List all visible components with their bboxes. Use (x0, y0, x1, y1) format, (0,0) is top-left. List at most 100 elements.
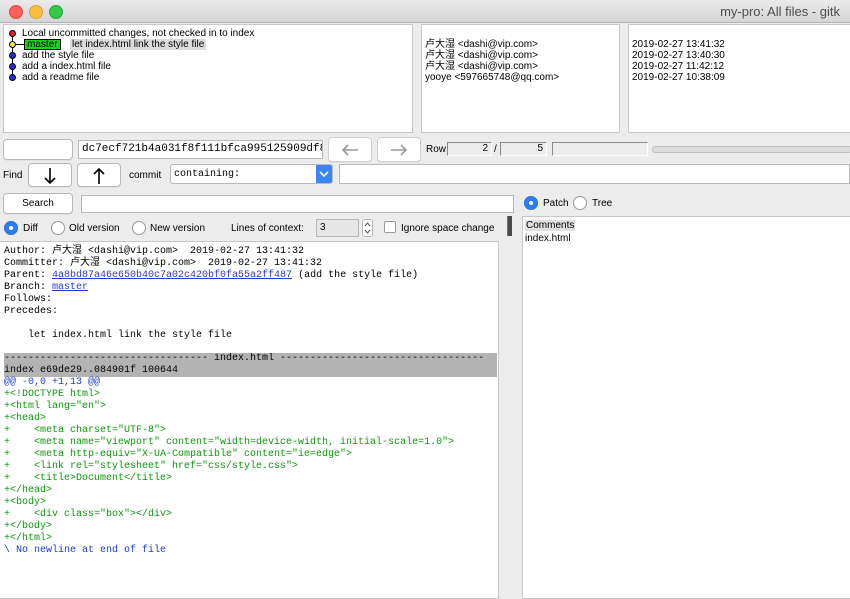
find-up-button[interactable] (77, 163, 121, 187)
old-version-radio[interactable] (51, 221, 65, 235)
details-follows: Follows: (4, 294, 53, 305)
diff-line: +</html> (4, 533, 53, 544)
row-total: 5 (537, 143, 543, 154)
arrow-right-icon (391, 144, 408, 156)
file-list-pane[interactable]: Comments index.html (522, 216, 850, 599)
author-cell: 卢大湿 <dashi@vip.com> (425, 39, 538, 50)
commit-dot-head (9, 41, 16, 48)
commit-row[interactable]: add a index.html file (4, 61, 412, 72)
context-lines-label: Lines of context: (231, 223, 304, 234)
commit-dot-uncommitted (9, 30, 16, 37)
tree-label: Tree (592, 198, 613, 209)
find-input[interactable] (339, 164, 850, 184)
diff-line: + <meta charset="UTF-8"> (4, 425, 167, 436)
diff-radio[interactable] (4, 221, 18, 235)
arrow-up-icon (93, 167, 105, 184)
commit-message-body: let index.html link the style file (4, 330, 233, 341)
arrow-left-icon (341, 144, 358, 156)
diff-line: +<html lang="en"> (4, 401, 107, 412)
details-precedes: Precedes: (4, 306, 59, 317)
commit-message: add the style file (22, 50, 95, 61)
find-mode-value: containing: (174, 169, 241, 180)
branch-link[interactable]: master (52, 282, 88, 293)
details-branch: Branch: master (4, 282, 89, 293)
date-list-pane[interactable]: 2019-02-27 13:41:32 2019-02-27 13:40:30 … (628, 24, 850, 133)
commit-list-pane[interactable]: Local uncommitted changes, not checked i… (3, 24, 413, 133)
progress-bar (652, 146, 850, 153)
date-cell: 2019-02-27 11:42:12 (632, 61, 725, 72)
commit-row[interactable]: add the style file (4, 50, 412, 61)
new-version-label: New version (150, 223, 206, 234)
find-commit-label: commit (129, 170, 162, 181)
branch-tag-master[interactable]: master (24, 39, 61, 50)
file-header: ---------------------------------- index… (4, 353, 497, 365)
row-current-field: 2 (447, 142, 492, 156)
row-label: Row (426, 144, 447, 155)
commit-message: add a readme file (22, 72, 100, 83)
author-cell: yooye <597665748@qq.com> (425, 72, 560, 83)
context-lines-input[interactable]: 3 (316, 219, 359, 237)
search-input[interactable] (81, 195, 514, 213)
ignore-space-checkbox[interactable] (384, 221, 396, 233)
no-newline-note: \ No newline at end of file (4, 545, 167, 556)
tree-radio[interactable] (573, 196, 587, 210)
progress-box (552, 142, 648, 156)
diff-line: + <link rel="stylesheet" href="css/style… (4, 461, 299, 472)
file-item-index-html[interactable]: index.html (525, 233, 571, 244)
diff-line: + <meta name="viewport" content="width=d… (4, 437, 455, 448)
details-author: Author: 卢大湿 <dashi@vip.com> 2019-02-27 1… (4, 246, 305, 257)
head-connector (16, 44, 24, 45)
back-button[interactable] (328, 137, 372, 162)
forward-button[interactable] (377, 137, 421, 162)
stepper-icon (364, 222, 371, 234)
commit-message: let index.html link the style file (70, 39, 207, 50)
row-total-field: 5 (500, 142, 547, 156)
commit-row-selected[interactable]: master let index.html link the style fil… (4, 39, 412, 50)
ignore-space-label: Ignore space change (401, 223, 495, 234)
diff-line: + <title>Document</title> (4, 473, 173, 484)
date-cell: 2019-02-27 13:40:30 (632, 50, 725, 61)
details-parent: Parent: 4a8bd87a46e650b40c7a02c420bf0fa5… (4, 270, 419, 281)
commit-message: Local uncommitted changes, not checked i… (22, 28, 255, 39)
comments-item[interactable]: Comments (525, 220, 576, 231)
index-line: index e69de29..084901f 100644 (4, 365, 497, 377)
context-stepper[interactable] (362, 219, 373, 237)
sha1-field[interactable]: dc7ecf721b4a031f8f111bfca995125909df8ae0 (78, 140, 323, 159)
commit-dot (9, 74, 16, 81)
hunk-header: @@ -0,0 +1,13 @@ (4, 377, 101, 388)
author-cell: 卢大湿 <dashi@vip.com> (425, 61, 538, 72)
find-mode-select[interactable]: containing: (170, 164, 333, 184)
row-current: 2 (482, 143, 488, 154)
author-cell: 卢大湿 <dashi@vip.com> (425, 50, 538, 61)
commit-dot (9, 52, 16, 59)
new-version-radio[interactable] (132, 221, 146, 235)
maximize-window-button[interactable] (49, 5, 63, 19)
diff-line: + <meta http-equiv="X-UA-Compatible" con… (4, 449, 353, 460)
parent-sha-link[interactable]: 4a8bd87a46e650b40c7a02c420bf0fa55a2ff487 (52, 270, 292, 281)
diff-line: +</head> (4, 485, 53, 496)
search-button[interactable]: Search (3, 193, 73, 214)
commit-row[interactable]: add a readme file (4, 72, 412, 83)
close-window-button[interactable] (9, 5, 23, 19)
commit-dot (9, 63, 16, 70)
details-committer: Committer: 卢大湿 <dashi@vip.com> 2019-02-2… (4, 258, 323, 269)
commit-row[interactable]: Local uncommitted changes, not checked i… (4, 28, 412, 39)
diff-label: Diff (23, 223, 38, 234)
pane-splitter[interactable] (507, 216, 512, 236)
patch-label: Patch (543, 198, 569, 209)
patch-radio[interactable] (524, 196, 538, 210)
find-label: Find (3, 170, 23, 181)
diff-pane[interactable]: Author: 卢大湿 <dashi@vip.com> 2019-02-27 1… (0, 241, 499, 599)
author-list-pane[interactable]: 卢大湿 <dashi@vip.com> 卢大湿 <dashi@vip.com> … (421, 24, 620, 133)
diff-line: + <div class="box"></div> (4, 509, 173, 520)
window-title: my-pro: All files - gitk (720, 4, 840, 19)
diff-line: +<body> (4, 497, 47, 508)
dropdown-button[interactable] (316, 165, 332, 183)
arrow-down-icon (44, 168, 56, 185)
find-down-button[interactable] (28, 163, 72, 187)
chevron-down-icon (319, 171, 329, 178)
sha1-button[interactable] (3, 139, 73, 160)
minimize-window-button[interactable] (29, 5, 43, 19)
diff-line: +</body> (4, 521, 53, 532)
title-bar: my-pro: All files - gitk (0, 0, 850, 23)
